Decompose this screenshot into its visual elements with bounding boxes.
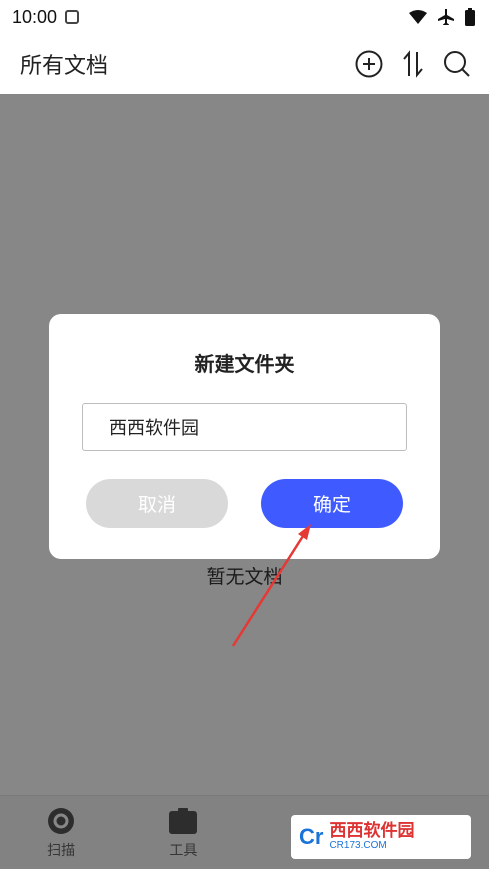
shield-icon [65, 10, 80, 24]
watermark-name: 西西软件园 [329, 820, 415, 841]
folder-name-input[interactable] [82, 403, 407, 451]
watermark-logo-mark: Cr [299, 824, 324, 849]
sort-icon[interactable] [401, 50, 425, 78]
page-title: 所有文档 [20, 54, 109, 79]
search-icon[interactable] [443, 50, 471, 78]
watermark-site: CR173.COM [329, 839, 387, 851]
watermark-logo: Cr 西西软件园 CR173.COM [291, 815, 471, 859]
app-bar: 所有文档 [0, 34, 489, 94]
airplane-icon [438, 9, 454, 25]
status-icons [409, 8, 475, 26]
dialog-title: 新建文件夹 [194, 352, 295, 376]
add-circle-icon[interactable] [355, 50, 383, 78]
status-bar: 10:00 [0, 0, 489, 34]
cancel-button[interactable]: 取消 [86, 479, 228, 528]
new-folder-dialog: 新建文件夹 取消 确定 [49, 314, 440, 559]
wifi-icon [409, 10, 427, 24]
confirm-button[interactable]: 确定 [261, 479, 403, 528]
battery-icon [465, 8, 475, 26]
status-time: 10:00 [12, 6, 58, 27]
